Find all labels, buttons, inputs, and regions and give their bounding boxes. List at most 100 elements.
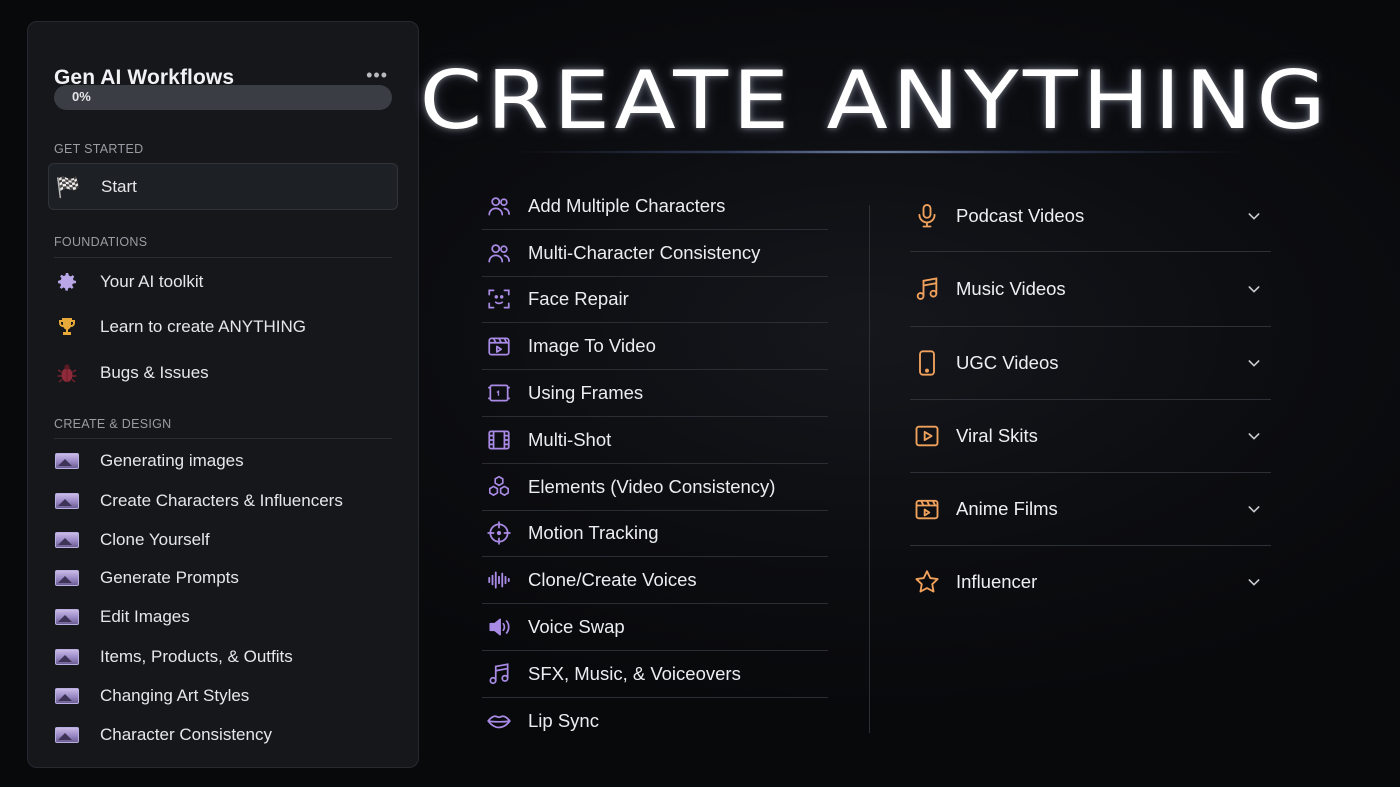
accordion-item-label: Podcast Videos bbox=[956, 205, 1085, 226]
accordion-item-influencer[interactable]: Influencer bbox=[910, 546, 1271, 618]
crosshair-icon bbox=[486, 520, 512, 546]
speaker-icon bbox=[486, 614, 512, 640]
clapperboard-icon bbox=[486, 333, 512, 359]
headline-glow-line bbox=[500, 150, 1260, 154]
feature-item-label: Elements (Video Consistency) bbox=[528, 475, 776, 497]
chevron-down-icon[interactable] bbox=[1245, 573, 1263, 591]
sidebar-item-generate-prompts[interactable]: Generate Prompts bbox=[54, 563, 392, 593]
sidebar-item-label: Bugs & Issues bbox=[100, 363, 209, 382]
image-thumbnail-icon bbox=[54, 644, 80, 670]
image-thumbnail-icon bbox=[54, 488, 80, 514]
sidebar-item-label: Clone Yourself bbox=[100, 530, 210, 549]
film-strip-icon bbox=[486, 427, 512, 453]
sidebar-item-label: Edit Images bbox=[100, 607, 190, 626]
feature-item-lip-sync[interactable]: Lip Sync bbox=[482, 698, 828, 745]
sidebar-item-label: Character Consistency bbox=[100, 725, 272, 744]
feature-list: Add Multiple Characters Multi-Character … bbox=[482, 183, 828, 745]
sidebar-item-items-products[interactable]: Items, Products, & Outfits bbox=[54, 642, 392, 672]
sidebar-item-label: Generate Prompts bbox=[100, 568, 239, 587]
sidebar-item-label: Changing Art Styles bbox=[100, 686, 250, 705]
section-label-foundations: FOUNDATIONS bbox=[54, 235, 148, 249]
column-divider bbox=[869, 205, 870, 733]
sidebar-item-label: Generating images bbox=[100, 451, 244, 470]
image-thumbnail-icon bbox=[54, 527, 80, 553]
image-thumbnail-icon bbox=[54, 565, 80, 591]
feature-item-label: Using Frames bbox=[528, 382, 644, 404]
checkered-flag-icon: 🏁 bbox=[55, 176, 81, 199]
sidebar-item-learn[interactable]: Learn to create ANYTHING bbox=[54, 312, 392, 342]
sidebar-item-clone-yourself[interactable]: Clone Yourself bbox=[54, 525, 392, 555]
feature-item-add-multiple-characters[interactable]: Add Multiple Characters bbox=[482, 183, 828, 230]
chevron-down-icon[interactable] bbox=[1245, 500, 1263, 518]
chevron-down-icon[interactable] bbox=[1245, 427, 1263, 445]
image-thumbnail-icon bbox=[54, 722, 80, 748]
feature-item-clone-voices[interactable]: Clone/Create Voices bbox=[482, 557, 828, 605]
feature-item-label: Clone/Create Voices bbox=[528, 569, 697, 591]
image-thumbnail-icon bbox=[54, 448, 80, 474]
accordion-item-podcast-videos[interactable]: Podcast Videos bbox=[910, 181, 1271, 252]
sidebar-item-start[interactable]: 🏁 Start bbox=[55, 172, 393, 202]
page-headline: CREATE ANYTHING bbox=[419, 54, 1331, 147]
gear-icon bbox=[54, 269, 80, 295]
accordion-item-label: UGC Videos bbox=[956, 352, 1059, 373]
sidebar-item-create-characters[interactable]: Create Characters & Influencers bbox=[54, 486, 392, 516]
sidebar-item-label: Create Characters & Influencers bbox=[100, 491, 343, 510]
sidebar-item-character-consistency[interactable]: Character Consistency bbox=[54, 720, 392, 750]
accordion-item-label: Influencer bbox=[956, 571, 1038, 592]
sidebar-item-ai-toolkit[interactable]: Your AI toolkit bbox=[54, 267, 392, 297]
feature-item-label: Multi-Shot bbox=[528, 428, 612, 450]
chevron-down-icon[interactable] bbox=[1245, 207, 1263, 225]
face-scan-icon bbox=[486, 286, 512, 312]
accordion-item-ugc-videos[interactable]: UGC Videos bbox=[910, 327, 1271, 400]
music-note-icon bbox=[486, 661, 512, 687]
category-accordion: Podcast Videos Music Videos UGC Videos V… bbox=[910, 181, 1271, 618]
section-divider bbox=[54, 438, 392, 439]
feature-item-label: Add Multiple Characters bbox=[528, 194, 726, 216]
sidebar-item-label: Learn to create ANYTHING bbox=[100, 317, 306, 336]
music-note-icon bbox=[912, 274, 942, 304]
sidebar-item-label: Start bbox=[101, 177, 137, 196]
users-icon bbox=[486, 240, 512, 266]
chevron-down-icon[interactable] bbox=[1245, 280, 1263, 298]
accordion-item-label: Viral Skits bbox=[956, 425, 1038, 446]
section-label-create-design: CREATE & DESIGN bbox=[54, 417, 172, 431]
microphone-icon bbox=[912, 201, 942, 231]
feature-item-face-repair[interactable]: Face Repair bbox=[482, 277, 828, 324]
feature-item-label: SFX, Music, & Voiceovers bbox=[528, 662, 741, 684]
feature-item-label: Image To Video bbox=[528, 335, 656, 357]
accordion-item-label: Music Videos bbox=[956, 278, 1066, 299]
sidebar-item-label: Your AI toolkit bbox=[100, 272, 204, 291]
beetle-icon bbox=[54, 360, 80, 386]
sidebar-item-start-container: 🏁 Start bbox=[48, 163, 398, 210]
sidebar-item-generating-images[interactable]: Generating images bbox=[54, 446, 392, 476]
accordion-item-anime-films[interactable]: Anime Films bbox=[910, 473, 1271, 546]
accordion-item-viral-skits[interactable]: Viral Skits bbox=[910, 400, 1271, 473]
chevron-down-icon[interactable] bbox=[1245, 354, 1263, 372]
feature-item-multi-shot[interactable]: Multi-Shot bbox=[482, 417, 828, 464]
hexagons-icon bbox=[486, 474, 512, 500]
accordion-item-music-videos[interactable]: Music Videos bbox=[910, 252, 1271, 327]
play-box-icon bbox=[912, 421, 942, 451]
feature-item-label: Face Repair bbox=[528, 288, 629, 310]
sidebar-item-bugs[interactable]: Bugs & Issues bbox=[54, 358, 392, 388]
feature-item-motion-tracking[interactable]: Motion Tracking bbox=[482, 511, 828, 558]
feature-item-label: Voice Swap bbox=[528, 616, 625, 638]
sidebar-item-art-styles[interactable]: Changing Art Styles bbox=[54, 681, 392, 711]
accordion-item-label: Anime Films bbox=[956, 498, 1058, 519]
feature-item-using-frames[interactable]: Using Frames bbox=[482, 370, 828, 417]
image-thumbnail-icon bbox=[54, 683, 80, 709]
feature-item-multi-character-consistency[interactable]: Multi-Character Consistency bbox=[482, 230, 828, 277]
feature-item-image-to-video[interactable]: Image To Video bbox=[482, 323, 828, 371]
frame-icon bbox=[486, 380, 512, 406]
lips-icon bbox=[486, 708, 512, 734]
waveform-icon bbox=[486, 567, 512, 593]
sidebar-item-edit-images[interactable]: Edit Images bbox=[54, 602, 392, 632]
feature-item-label: Multi-Character Consistency bbox=[528, 241, 761, 263]
feature-item-voice-swap[interactable]: Voice Swap bbox=[482, 604, 828, 651]
sidebar-item-label: Items, Products, & Outfits bbox=[100, 647, 293, 666]
section-divider bbox=[54, 257, 392, 258]
clapperboard-icon bbox=[912, 494, 942, 524]
feature-item-elements[interactable]: Elements (Video Consistency) bbox=[482, 464, 828, 511]
feature-item-sfx-music[interactable]: SFX, Music, & Voiceovers bbox=[482, 651, 828, 698]
trophy-icon bbox=[54, 314, 80, 340]
